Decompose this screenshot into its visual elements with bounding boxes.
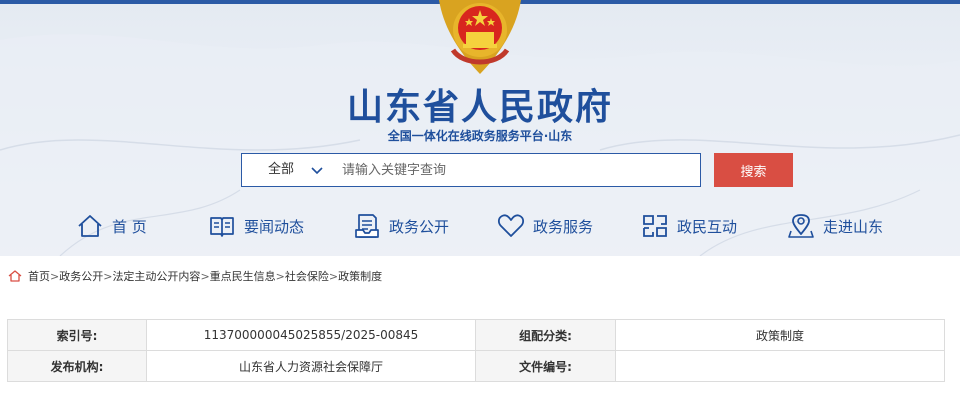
breadcrumb-link-social-insurance[interactable]: 社会保险	[285, 268, 329, 284]
chevron-down-icon	[311, 167, 323, 175]
nav-item-home[interactable]: 首 页	[76, 208, 147, 244]
document-info-table: 索引号: 113700000045025855/2025-00845 组配分类:…	[7, 319, 945, 382]
nav-item-news[interactable]: 要闻动态	[208, 208, 304, 244]
nav-label: 首 页	[112, 217, 147, 236]
index-number-value: 113700000045025855/2025-00845	[146, 319, 476, 351]
search-scope-label: 全部	[268, 162, 295, 177]
breadcrumb-link-home[interactable]: 首页	[28, 268, 50, 284]
nav-label: 政民互动	[677, 217, 738, 236]
breadcrumb-link-policy[interactable]: 政策制度	[338, 268, 382, 284]
table-row: 索引号: 113700000045025855/2025-00845 组配分类:…	[7, 319, 945, 351]
breadcrumb-separator: >	[50, 269, 60, 283]
nav-item-gov-disclosure[interactable]: 政务公开	[353, 208, 449, 244]
main-nav: 首 页 要闻动态 政务公开 政务服务 政民互动 走进山东	[0, 208, 960, 244]
search-bar: 全部	[241, 153, 701, 187]
nav-label: 要闻动态	[244, 217, 305, 236]
heart-icon	[497, 214, 525, 237]
home-icon[interactable]	[8, 269, 22, 283]
header-banner: 山东省人民政府 全国一体化在线政务服务平台·山东 全部 搜索 首 页 要闻动态	[0, 0, 960, 256]
home-icon	[78, 215, 102, 237]
breadcrumb-link-gov-disclosure[interactable]: 政务公开	[59, 268, 103, 284]
nav-label: 政务公开	[389, 217, 450, 236]
national-emblem-icon	[439, 0, 521, 74]
breadcrumb-separator: >	[103, 269, 113, 283]
breadcrumb-separator: >	[200, 269, 210, 283]
breadcrumb: 首页 > 政务公开 > 法定主动公开内容 > 重点民生信息 > 社会保险 > 政…	[8, 268, 382, 284]
search-scope-dropdown[interactable]: 全部	[242, 154, 332, 186]
book-icon	[210, 217, 234, 237]
document-number-label: 文件编号:	[475, 350, 616, 382]
search-button[interactable]: 搜索	[714, 153, 793, 187]
site-subtitle: 全国一体化在线政务服务平台·山东	[387, 129, 573, 143]
breadcrumb-separator: >	[328, 269, 339, 283]
category-value: 政策制度	[615, 319, 945, 351]
nav-label: 政务服务	[533, 217, 594, 236]
location-icon	[788, 214, 814, 238]
search-input[interactable]	[342, 154, 692, 186]
breadcrumb-link-livelihood-info[interactable]: 重点民生信息	[210, 268, 276, 284]
category-label: 组配分类:	[475, 319, 616, 351]
nav-item-about-shandong[interactable]: 走进山东	[787, 208, 883, 244]
table-row: 发布机构: 山东省人力资源社会保障厅 文件编号:	[7, 350, 945, 382]
site-title: 山东省人民政府	[346, 87, 613, 128]
index-number-label: 索引号:	[7, 319, 147, 351]
document-icon	[355, 214, 379, 238]
publisher-value: 山东省人力资源社会保障厅	[146, 350, 476, 382]
breadcrumb-link-statutory-content[interactable]: 法定主动公开内容	[112, 268, 200, 284]
interaction-icon	[643, 215, 667, 237]
publisher-label: 发布机构:	[7, 350, 147, 382]
breadcrumb-separator: >	[275, 269, 285, 283]
document-number-value	[615, 350, 945, 382]
nav-item-interaction[interactable]: 政民互动	[641, 208, 737, 244]
nav-label: 走进山东	[823, 217, 884, 236]
nav-item-gov-services[interactable]: 政务服务	[497, 208, 593, 244]
